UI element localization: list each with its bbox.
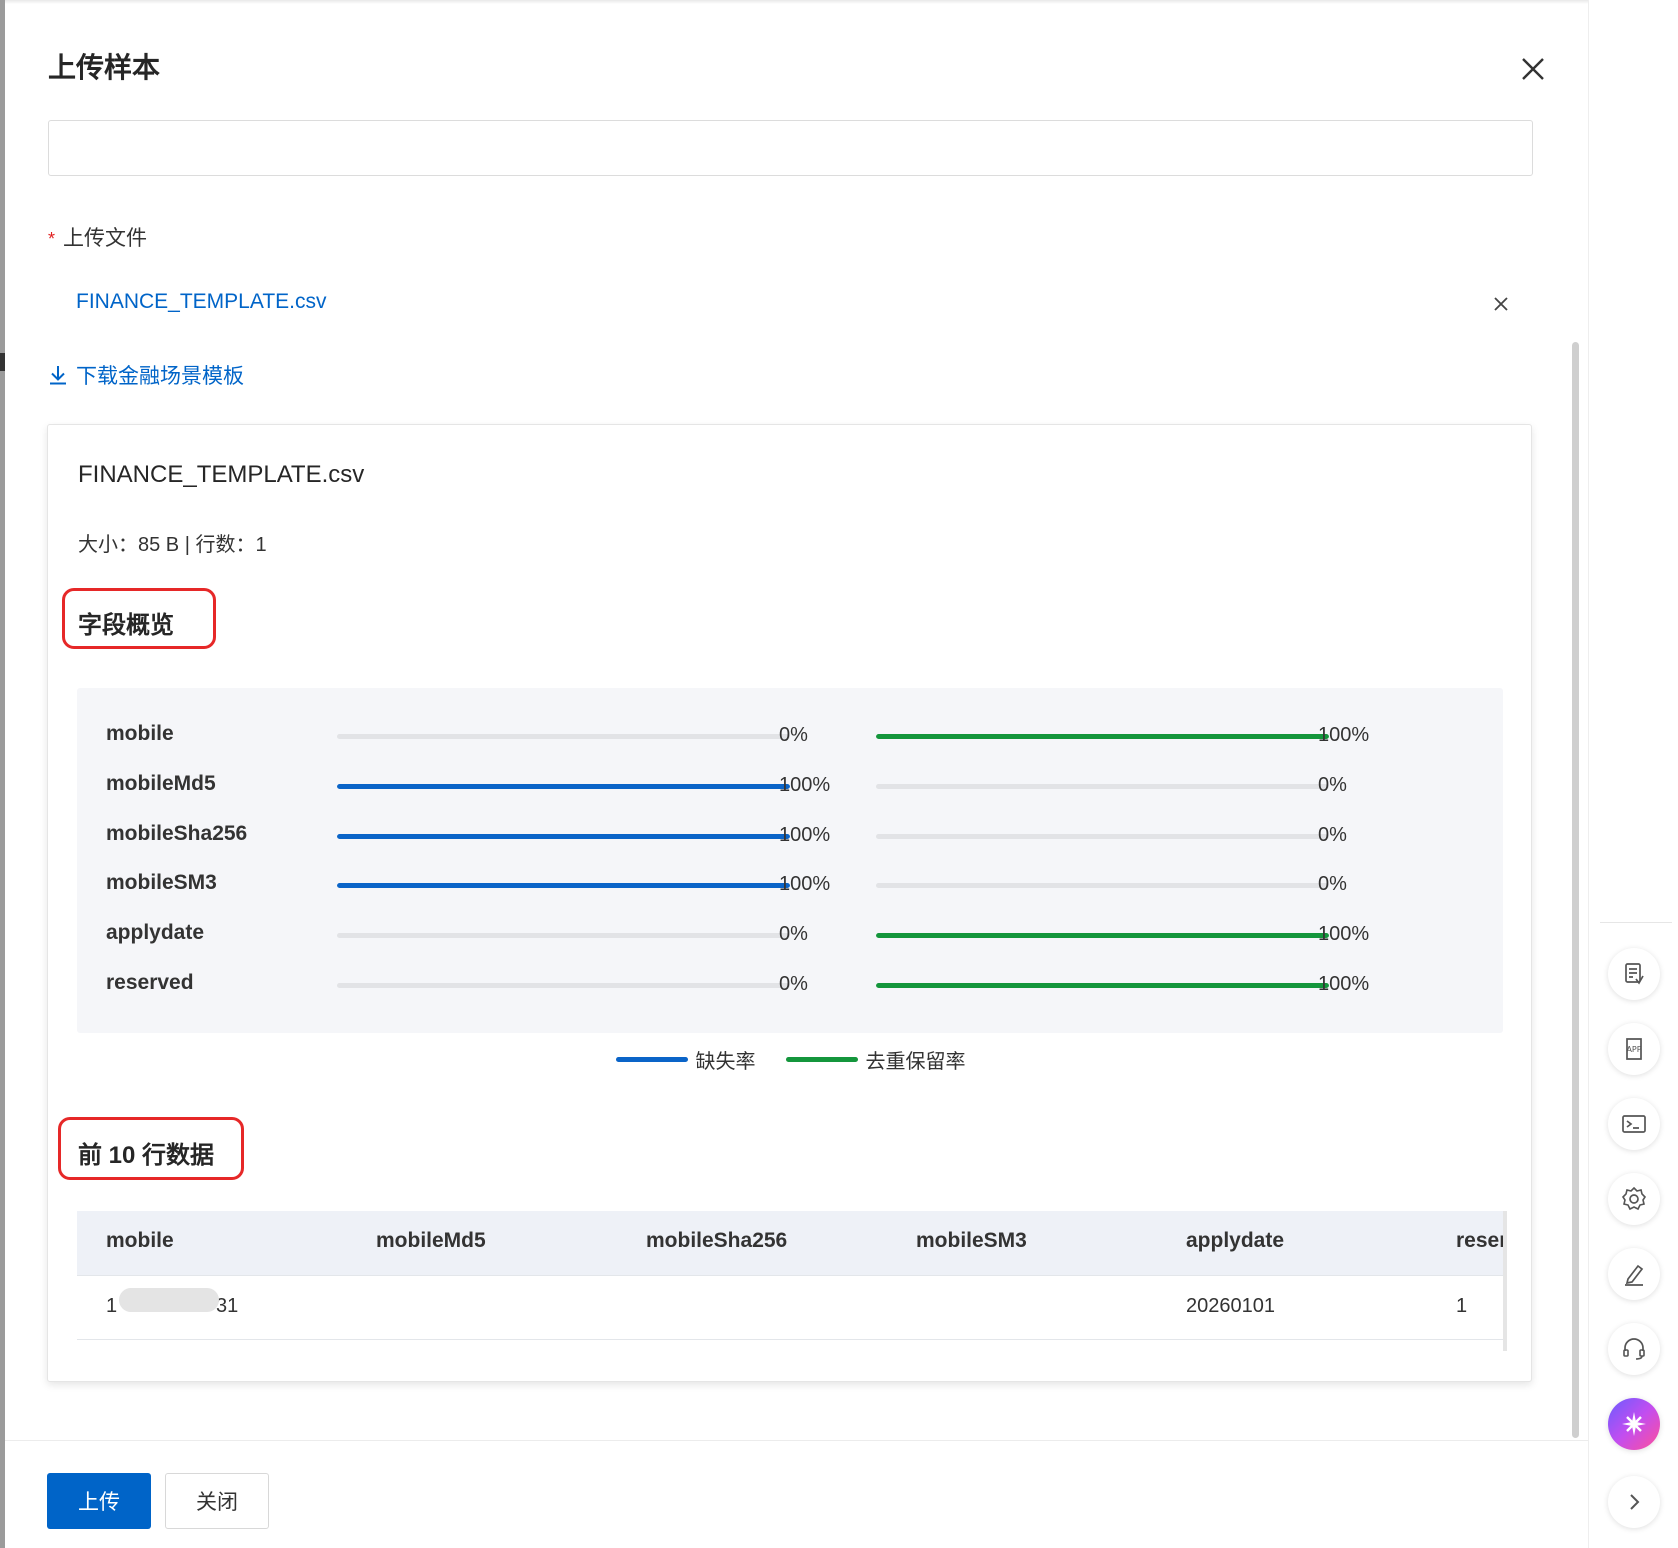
dedup-rate-bar [876, 734, 1329, 739]
close-icon[interactable] [1518, 54, 1548, 84]
legend-missing: 缺失率 [615, 1045, 756, 1074]
missing-rate-bar [337, 883, 790, 888]
field-row: reserved 0% 100% [77, 965, 1503, 1005]
file-preview-card: FINANCE_TEMPLATE.csv 大小：85 B | 行数：1 字段概览… [47, 424, 1532, 1382]
dedup-rate-bar [876, 933, 1329, 938]
field-name: applydate [106, 921, 205, 944]
uploaded-file-link[interactable]: FINANCE_TEMPLATE.csv [76, 290, 326, 314]
table-header: mobile mobileMd5 mobileSha256 mobileSM3 … [77, 1211, 1503, 1276]
table-scroll-edge [1503, 1211, 1507, 1351]
preview-table[interactable]: mobile mobileMd5 mobileSha256 mobileSM3 … [77, 1211, 1503, 1351]
table-row: 1 31 20260101 1 [77, 1275, 1503, 1340]
upload-file-label-text: 上传文件 [63, 227, 148, 250]
column-header: applydate [1186, 1229, 1285, 1252]
dedup-rate-value: 100% [1318, 923, 1370, 945]
chevron-right-icon[interactable] [1608, 1476, 1660, 1528]
missing-rate-bar [337, 734, 790, 739]
download-icon [50, 366, 66, 385]
missing-rate-bar [337, 933, 790, 938]
gear-icon[interactable] [1608, 1173, 1660, 1225]
upload-file-label: * 上传文件 [48, 222, 147, 252]
column-header: mobileSha256 [646, 1229, 788, 1252]
field-name: mobileSha256 [106, 822, 248, 845]
field-name: reserved [106, 971, 194, 994]
missing-rate-bar [337, 784, 790, 789]
field-overview-panel: mobile 0% 100% mobileMd5 100% 0% mobileS… [77, 688, 1503, 1033]
legend-dedup-label: 去重保留率 [865, 1051, 966, 1073]
column-header: mobileMd5 [376, 1229, 486, 1252]
field-name: mobileMd5 [106, 772, 216, 795]
remove-file-icon[interactable] [1490, 293, 1512, 315]
right-toolbar-divider [1600, 922, 1672, 923]
pen-icon[interactable] [1608, 1248, 1660, 1300]
app-icon[interactable]: APP [1608, 1023, 1660, 1075]
dialog-scrollbar[interactable] [1572, 342, 1579, 1438]
dedup-rate-value: 0% [1318, 774, 1347, 796]
dedup-rate-fill [876, 734, 1329, 739]
field-name: mobile [106, 722, 174, 745]
missing-rate-value: 0% [779, 973, 808, 995]
redacted-mask [119, 1288, 219, 1312]
missing-rate-bar [337, 834, 790, 839]
legend-dedup-swatch [785, 1057, 858, 1062]
upload-button[interactable]: 上传 [47, 1473, 151, 1529]
svg-text:APP: APP [1626, 1045, 1641, 1054]
sample-name-input[interactable] [48, 120, 1533, 176]
missing-rate-value: 0% [779, 923, 808, 945]
missing-rate-value: 0% [779, 724, 808, 746]
field-name: mobileSM3 [106, 871, 217, 894]
dedup-rate-value: 100% [1318, 973, 1370, 995]
mobile-prefix: 1 [106, 1295, 118, 1317]
terminal-icon[interactable] [1608, 1098, 1660, 1150]
right-toolbar [1588, 0, 1678, 1548]
column-header: mobileSM3 [916, 1229, 1027, 1252]
ai-assistant-icon[interactable] [1608, 1398, 1660, 1450]
legend-missing-swatch [615, 1057, 688, 1062]
required-mark: * [48, 229, 56, 249]
overview-legend: 缺失率 去重保留率 [48, 1045, 1533, 1074]
missing-rate-value: 100% [779, 774, 831, 796]
missing-rate-value: 100% [779, 873, 831, 895]
cell-applydate: 20260101 [1186, 1295, 1275, 1317]
dedup-rate-value: 0% [1318, 824, 1347, 846]
close-button[interactable]: 关闭 [165, 1473, 269, 1529]
column-header: mobile [106, 1229, 174, 1252]
missing-rate-bar [337, 983, 790, 988]
missing-rate-fill [337, 883, 790, 888]
field-overview-title: 字段概览 [78, 612, 174, 639]
preview-title: 前 10 行数据 [78, 1142, 215, 1169]
file-meta: 大小：85 B | 行数：1 [78, 534, 267, 556]
dedup-rate-bar [876, 784, 1329, 789]
footer-divider [5, 1440, 1588, 1441]
dedup-rate-fill [876, 983, 1329, 988]
field-row: mobileMd5 100% 0% [77, 766, 1503, 806]
download-template-link[interactable]: 下载金融场景模板 [48, 360, 244, 390]
column-header: reser [1456, 1229, 1503, 1252]
field-row: mobileSha256 100% 0% [77, 816, 1503, 856]
mobile-suffix: 31 [216, 1295, 239, 1317]
missing-rate-fill [337, 834, 790, 839]
dedup-rate-bar [876, 883, 1329, 888]
dedup-rate-value: 100% [1318, 724, 1370, 746]
legend-missing-label: 缺失率 [695, 1051, 756, 1073]
dedup-rate-value: 0% [1318, 873, 1347, 895]
field-row: mobile 0% 100% [77, 716, 1503, 756]
dedup-rate-fill [876, 933, 1329, 938]
field-row: applydate 0% 100% [77, 915, 1503, 955]
legend-dedup: 去重保留率 [785, 1045, 966, 1074]
cell-reserved: 1 [1456, 1295, 1468, 1317]
dedup-rate-bar [876, 983, 1329, 988]
card-file-name: FINANCE_TEMPLATE.csv [78, 461, 365, 488]
field-row: mobileSM3 100% 0% [77, 865, 1503, 905]
missing-rate-value: 100% [779, 824, 831, 846]
download-template-text: 下载金融场景模板 [76, 365, 244, 388]
missing-rate-fill [337, 784, 790, 789]
document-list-icon[interactable] [1608, 948, 1660, 1000]
dedup-rate-bar [876, 834, 1329, 839]
dialog-top-shadow [5, 0, 1588, 4]
headset-icon[interactable] [1608, 1323, 1660, 1375]
dialog-title: 上传样本 [48, 52, 161, 83]
